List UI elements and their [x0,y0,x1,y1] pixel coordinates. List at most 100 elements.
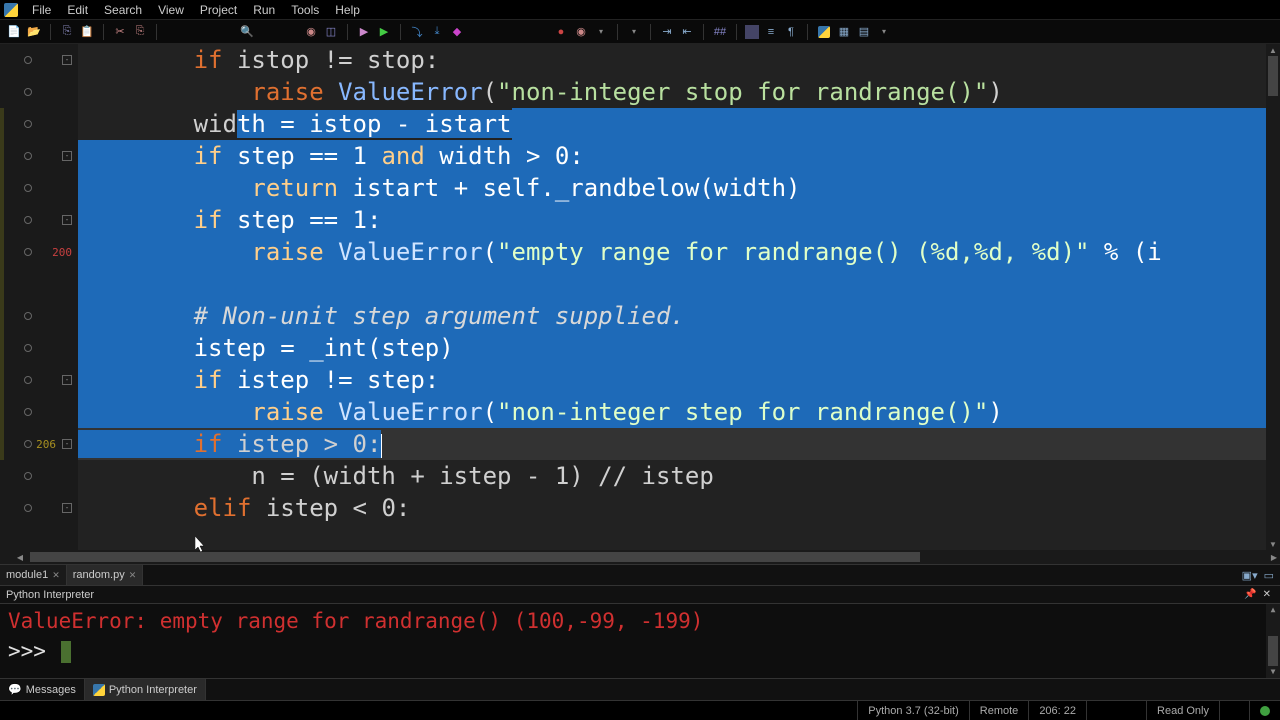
editor-gutter[interactable]: ---200-206-- [0,44,78,550]
breakpoint-dot-icon[interactable] [24,504,32,512]
vscroll-thumb[interactable] [1268,56,1278,96]
console[interactable]: ValueError: empty range for randrange() … [0,604,1280,678]
breakpoint-dot-icon[interactable] [24,120,32,128]
breakpoint-dot-icon[interactable] [24,88,32,96]
menu-search[interactable]: Search [96,1,150,19]
fold-toggle-icon[interactable]: - [62,375,72,385]
code-line[interactable]: raise ValueError("non-integer stop for r… [78,76,1266,108]
numbers-icon[interactable]: ≡ [763,24,779,40]
status-remote[interactable]: Remote [969,701,1029,720]
code-line[interactable] [78,268,1266,300]
layout-icon[interactable]: ▤ [856,24,872,40]
dropdown3-icon[interactable]: ▾ [876,24,892,40]
open-file-icon[interactable]: 📂 [26,24,42,40]
pilcrow-icon[interactable]: ¶ [783,24,799,40]
scroll-left-icon[interactable]: ◀ [14,550,26,564]
dropdown2-icon[interactable]: ▾ [626,24,642,40]
fold-toggle-icon[interactable]: - [62,503,72,513]
tab-random-py[interactable]: random.py ✕ [67,565,144,585]
record-stop-icon[interactable]: ◉ [573,24,589,40]
status-empty [1086,701,1146,720]
copy2-icon[interactable]: ⎘ [132,24,148,40]
breakpoint-dot-icon[interactable] [24,248,32,256]
breakpoint-list-icon[interactable]: ◉ [303,24,319,40]
fold-toggle-icon[interactable]: - [62,215,72,225]
step-out-icon[interactable]: ◆ [449,24,465,40]
comment-icon[interactable]: ## [712,24,728,40]
step-over-icon[interactable]: ⤵ [409,24,425,40]
toggle-icon[interactable] [745,25,759,39]
tab-module1[interactable]: module1 ✕ [0,565,67,585]
search-icon[interactable]: 🔍 [239,24,255,40]
close-icon[interactable]: ✕ [129,570,137,581]
menu-tools[interactable]: Tools [283,1,327,19]
menu-view[interactable]: View [150,1,192,19]
breakpoint-dot-icon[interactable] [24,344,32,352]
close-icon[interactable]: ✕ [52,570,60,581]
new-tab-icon[interactable]: ▣▾ [1242,569,1258,582]
dropdown-icon[interactable]: ▾ [593,24,609,40]
breakpoint-dot-icon[interactable] [24,152,32,160]
code-area[interactable]: if istop != stop: raise ValueError("non-… [78,44,1266,550]
breakpoint-dot-icon[interactable] [24,440,32,448]
scroll-down-icon[interactable]: ▼ [1266,666,1280,678]
menu-file[interactable]: File [24,1,59,19]
code-line[interactable]: elif istep < 0: [78,492,1266,524]
menu-edit[interactable]: Edit [59,1,96,19]
breakpoint-dot-icon[interactable] [24,184,32,192]
code-line[interactable]: return istart + self._randbelow(width) [78,172,1266,204]
step-into-icon[interactable]: ⤓ [429,24,445,40]
fold-toggle-icon[interactable]: - [62,55,72,65]
windows-icon[interactable]: ▦ [836,24,852,40]
app-python-icon [4,3,18,17]
code-line[interactable]: istep = _int(step) [78,332,1266,364]
menu-run[interactable]: Run [245,1,283,19]
scroll-up-icon[interactable]: ▲ [1266,604,1280,616]
breakpoint-dot-icon[interactable] [24,312,32,320]
outdent-icon[interactable]: ⇤ [679,24,695,40]
fold-toggle-icon[interactable]: - [62,151,72,161]
scroll-down-icon[interactable]: ▼ [1266,538,1280,550]
paste-icon[interactable]: 📋 [79,24,95,40]
code-line[interactable]: width = istop - istart [78,108,1266,140]
panel-title: Python Interpreter [6,589,94,601]
panel-layout-icon[interactable]: ▭ [1264,569,1274,582]
cut-icon[interactable]: ✂ [112,24,128,40]
play-icon[interactable]: ▶ [376,24,392,40]
scroll-right-icon[interactable]: ▶ [1268,550,1280,564]
hscroll-thumb[interactable] [30,552,920,562]
indent-icon[interactable]: ⇥ [659,24,675,40]
code-line[interactable]: n = (width + istep - 1) // istep [78,460,1266,492]
code-line[interactable]: # Non-unit step argument supplied. [78,300,1266,332]
editor-hscrollbar[interactable]: ◀ ▶ [0,550,1280,564]
scroll-up-icon[interactable]: ▲ [1266,44,1280,56]
menu-project[interactable]: Project [192,1,245,19]
code-line[interactable]: if step == 1 and width > 0: [78,140,1266,172]
close-panel-icon[interactable]: ✕ [1260,589,1274,600]
breakpoint-dot-icon[interactable] [24,216,32,224]
code-line[interactable]: if istep != step: [78,364,1266,396]
code-line[interactable]: if istep > 0: [78,428,1266,460]
pin-icon[interactable]: 📌 [1241,589,1259,600]
menu-help[interactable]: Help [327,1,368,19]
python-tb-icon[interactable] [816,24,832,40]
watch-icon[interactable]: ◫ [323,24,339,40]
tab-messages[interactable]: 💬 Messages [0,679,85,700]
code-line[interactable]: if istop != stop: [78,44,1266,76]
fold-toggle-icon[interactable]: - [62,439,72,449]
new-file-icon[interactable]: 📄 [6,24,22,40]
breakpoint-dot-icon[interactable] [24,408,32,416]
breakpoint-dot-icon[interactable] [24,376,32,384]
run-icon[interactable]: ▶ [356,24,372,40]
breakpoint-dot-icon[interactable] [24,472,32,480]
tab-python-interpreter[interactable]: Python Interpreter [85,679,206,700]
editor-vscrollbar[interactable]: ▲ ▼ [1266,44,1280,550]
code-line[interactable]: raise ValueError("non-integer step for r… [78,396,1266,428]
code-line[interactable]: if step == 1: [78,204,1266,236]
breakpoint-dot-icon[interactable] [24,56,32,64]
code-line[interactable]: raise ValueError("empty range for randra… [78,236,1266,268]
status-python-version[interactable]: Python 3.7 (32-bit) [857,701,969,720]
console-vscrollbar[interactable]: ▲ ▼ [1266,604,1280,678]
record-icon[interactable]: ● [553,24,569,40]
copy-icon[interactable]: ⎘ [59,24,75,40]
